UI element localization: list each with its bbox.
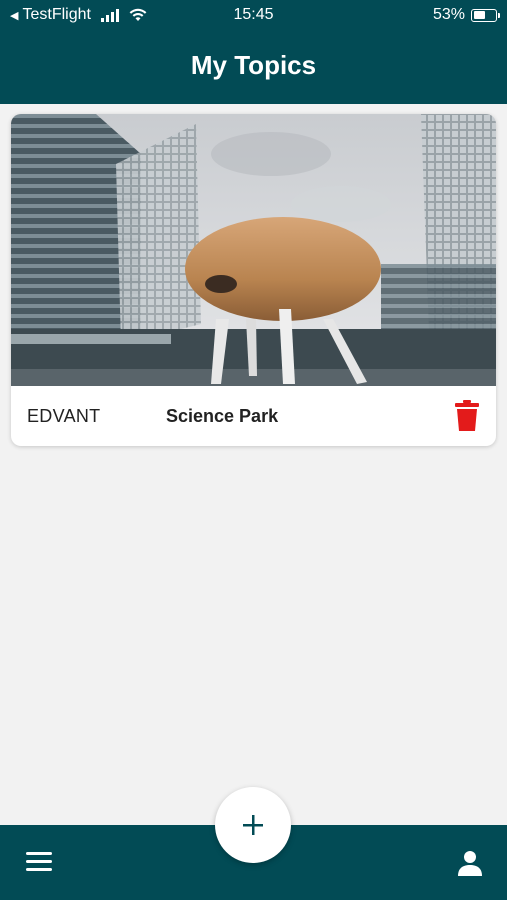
hamburger-icon[interactable] <box>26 852 52 874</box>
topic-card[interactable]: EDVANT Science Park <box>11 114 496 446</box>
trash-icon[interactable] <box>454 400 480 432</box>
page-title: My Topics <box>190 50 317 80</box>
clock: 15:45 <box>233 6 274 23</box>
science-park-photo <box>11 114 496 386</box>
person-icon[interactable] <box>457 850 483 876</box>
status-bar: ◀ TestFlight 15:45 53% <box>0 0 507 32</box>
battery-icon <box>471 8 500 22</box>
battery-status: 53% <box>432 6 500 24</box>
battery-percent: 53% <box>432 6 465 23</box>
topic-category: EDVANT <box>27 406 101 426</box>
topic-card-footer: EDVANT Science Park <box>11 386 496 446</box>
plus-icon <box>243 815 263 835</box>
app-header: ◀ TestFlight 15:45 53% My Topics <box>0 0 507 104</box>
battery-level <box>473 11 485 19</box>
add-topic-button[interactable] <box>215 787 291 863</box>
topic-title: Science Park <box>166 406 279 426</box>
